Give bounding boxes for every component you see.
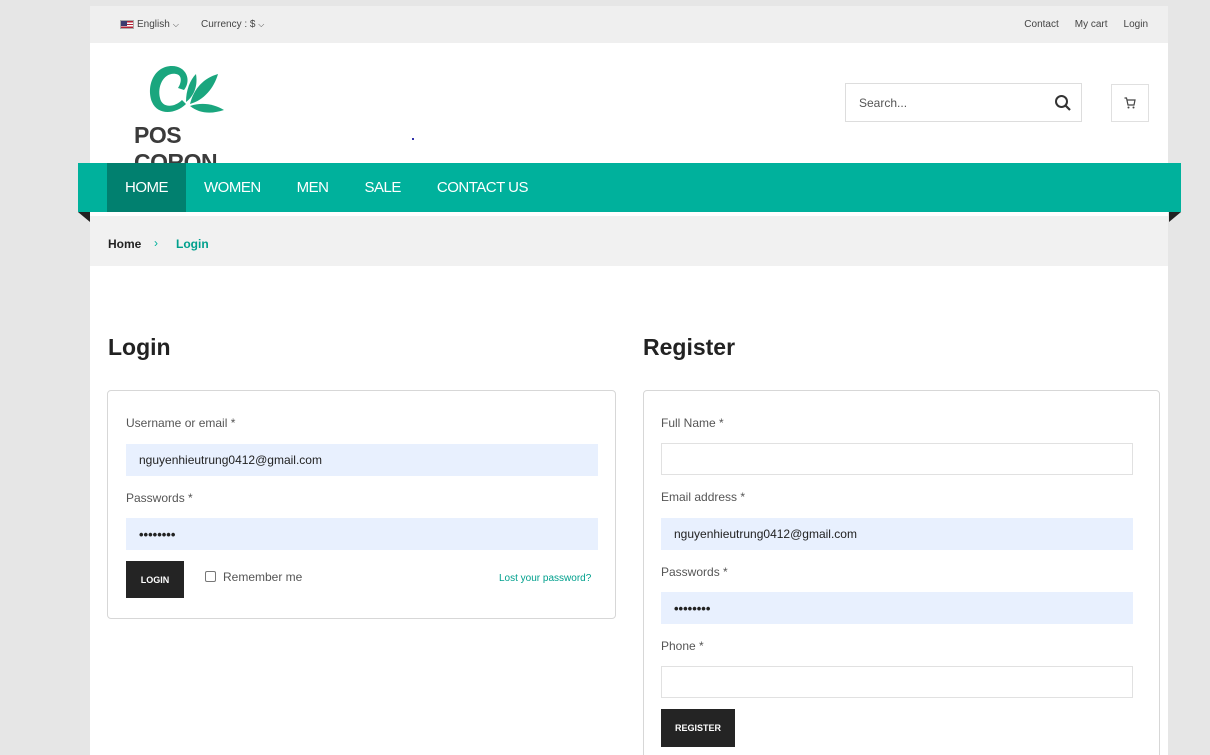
nav-item-contact-us[interactable]: CONTACT US (419, 163, 546, 212)
breadcrumb: Home › Login (90, 216, 1168, 266)
email-label: Email address * (661, 490, 746, 504)
register-button[interactable]: REGISTER (661, 709, 735, 747)
top-links: Contact My cart Login (1024, 19, 1148, 30)
register-title: Register (643, 334, 736, 360)
logo-leaf-icon (150, 66, 224, 113)
main-nav: HOME WOMEN MEN SALE CONTACT US (78, 163, 1181, 212)
top-bar: English ⌵ Currency : $ ⌵ Contact My cart… (90, 6, 1168, 43)
nav-item-men[interactable]: MEN (279, 163, 347, 212)
search-input[interactable] (846, 84, 1041, 121)
password-label: Passwords * (126, 491, 193, 505)
username-label: Username or email * (126, 416, 236, 430)
login-title: Login (108, 334, 171, 360)
full-name-input[interactable] (661, 443, 1133, 475)
cart-button[interactable] (1111, 84, 1149, 122)
us-flag-icon (120, 20, 134, 29)
language-selector[interactable]: English ⌵ (120, 19, 179, 30)
breadcrumb-current: Login (176, 237, 209, 251)
currency-label: Currency : $ (201, 19, 256, 30)
cart-icon (1124, 97, 1136, 109)
login-link[interactable]: Login (1124, 19, 1148, 30)
chevron-down-icon: ⌵ (258, 20, 265, 29)
contact-link[interactable]: Contact (1024, 19, 1058, 30)
page-container: English ⌵ Currency : $ ⌵ Contact My cart… (90, 6, 1168, 755)
register-password-input[interactable]: •••••••• (661, 592, 1133, 624)
login-button[interactable]: LOGIN (126, 561, 184, 598)
phone-input[interactable] (661, 666, 1133, 698)
nav-item-home[interactable]: HOME (107, 163, 186, 212)
username-input[interactable]: nguyenhieutrung0412@gmail.com (126, 444, 598, 476)
full-name-label: Full Name * (661, 416, 724, 430)
nav-fold-left (78, 212, 90, 222)
login-form: Username or email * nguyenhieutrung0412@… (107, 390, 616, 619)
remember-label[interactable]: Remember me (223, 570, 302, 584)
register-form: Full Name * Email address * nguyenhieutr… (643, 390, 1160, 755)
search-box (845, 83, 1082, 122)
search-icon[interactable] (1053, 93, 1073, 113)
password-input[interactable]: •••••••• (126, 518, 598, 550)
phone-label: Phone * (661, 639, 704, 653)
email-input[interactable]: nguyenhieutrung0412@gmail.com (661, 518, 1133, 550)
nav-fold-right (1169, 212, 1181, 222)
remember-checkbox[interactable] (205, 571, 216, 582)
nav-item-sale[interactable]: SALE (347, 163, 419, 212)
nav-item-women[interactable]: WOMEN (186, 163, 279, 212)
breadcrumb-home[interactable]: Home (108, 237, 141, 251)
register-password-label: Passwords * (661, 565, 728, 579)
chevron-down-icon: ⌵ (172, 19, 179, 29)
lost-password-link[interactable]: Lost your password? (499, 573, 591, 584)
site-logo[interactable]: POS CORON (132, 58, 252, 175)
my-cart-link[interactable]: My cart (1075, 19, 1108, 30)
language-label: English (137, 19, 170, 30)
decorative-dot (412, 138, 414, 140)
breadcrumb-separator: › (154, 236, 158, 250)
currency-selector[interactable]: Currency : $ ⌵ (201, 19, 264, 30)
